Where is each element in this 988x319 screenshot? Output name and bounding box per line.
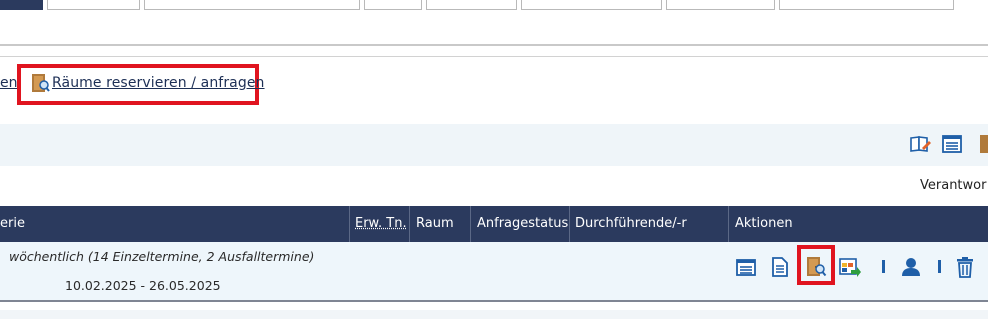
export-icon[interactable] xyxy=(839,256,861,278)
door-icon[interactable] xyxy=(30,73,50,93)
tab-strip xyxy=(0,0,988,14)
document-icon[interactable] xyxy=(769,256,791,278)
toolbar xyxy=(0,124,988,166)
table-row xyxy=(0,310,988,319)
trash-icon[interactable] xyxy=(954,256,976,278)
column-header-series[interactable]: erie xyxy=(0,206,25,242)
row-interval: wöchentlich (14 Einzeltermine, 2 Ausfall… xyxy=(9,249,315,264)
column-divider xyxy=(569,206,570,242)
row-date-range: 10.02.2025 - 26.05.2025 xyxy=(65,278,221,293)
action-separator xyxy=(882,260,885,273)
column-header-instructor[interactable]: Durchführende/-r xyxy=(575,206,687,242)
column-divider xyxy=(728,206,729,242)
row-divider xyxy=(0,300,988,302)
column-divider xyxy=(470,206,471,242)
previous-link[interactable]: en xyxy=(0,75,18,91)
reserve-rooms-link[interactable]: Räume reservieren / anfragen xyxy=(52,75,265,91)
column-divider xyxy=(349,206,350,242)
column-header-expected-participants[interactable]: Erw. Tn. xyxy=(355,206,407,242)
person-icon[interactable] xyxy=(900,256,922,278)
tab-active[interactable] xyxy=(0,0,43,10)
list-view-icon[interactable] xyxy=(941,133,963,155)
room-request-icon[interactable] xyxy=(805,256,827,278)
tab-5[interactable] xyxy=(426,0,517,10)
tab-2[interactable] xyxy=(47,0,140,10)
column-header-actions: Aktionen xyxy=(735,216,793,231)
tab-6[interactable] xyxy=(521,0,662,10)
tab-3[interactable] xyxy=(144,0,360,10)
responsible-label: Verantwor xyxy=(920,178,987,193)
tab-7[interactable] xyxy=(666,0,775,10)
tab-8[interactable] xyxy=(779,0,954,10)
door-icon[interactable] xyxy=(978,133,988,155)
action-separator xyxy=(938,260,941,273)
book-edit-icon[interactable] xyxy=(909,133,931,155)
list-icon[interactable] xyxy=(735,256,757,278)
column-header-request-status[interactable]: Anfragestatus xyxy=(477,206,568,242)
tab-4[interactable] xyxy=(364,0,422,10)
divider xyxy=(0,56,988,57)
column-divider xyxy=(409,206,410,242)
divider xyxy=(0,44,988,46)
column-header-room[interactable]: Raum xyxy=(416,206,454,242)
